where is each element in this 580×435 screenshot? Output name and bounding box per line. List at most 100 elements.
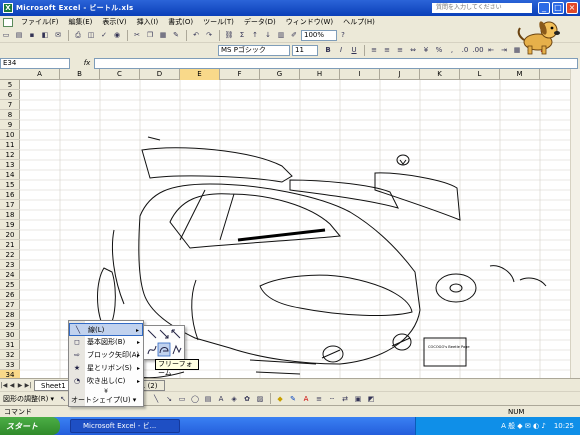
column-header[interactable]: L bbox=[460, 69, 500, 80]
menu-item[interactable]: 書式(O) bbox=[163, 17, 198, 27]
row-header[interactable]: 33 bbox=[0, 360, 20, 370]
row-header[interactable]: 27 bbox=[0, 300, 20, 310]
menu-item[interactable]: ファイル(F) bbox=[16, 17, 64, 27]
start-button[interactable]: スタート bbox=[0, 417, 60, 435]
row-header[interactable]: 16 bbox=[0, 190, 20, 200]
autosum-icon[interactable]: Σ bbox=[236, 29, 248, 41]
picture-icon[interactable]: ▨ bbox=[254, 393, 266, 405]
textbox-tool-icon[interactable]: ▤ bbox=[202, 393, 214, 405]
autoshape-menu-item[interactable]: ╲ 線(L) ▸ bbox=[69, 323, 143, 336]
arrow-style-icon[interactable]: ⇄ bbox=[339, 393, 351, 405]
menu-item[interactable]: 表示(V) bbox=[97, 17, 131, 27]
column-header[interactable]: G bbox=[260, 69, 300, 80]
spelling-icon[interactable]: ✓ bbox=[98, 29, 110, 41]
rectangle-tool-icon[interactable]: ▭ bbox=[176, 393, 188, 405]
open-icon[interactable]: ▤ bbox=[13, 29, 25, 41]
shadow-style-icon[interactable]: ▣ bbox=[352, 393, 364, 405]
row-header[interactable]: 30 bbox=[0, 330, 20, 340]
research-icon[interactable]: ◉ bbox=[111, 29, 123, 41]
row-header[interactable]: 9 bbox=[0, 120, 20, 130]
column-header[interactable]: F bbox=[220, 69, 260, 80]
draw-menu-button[interactable]: 図形の調整(R) ▾ bbox=[0, 394, 57, 404]
menu-item[interactable]: 編集(E) bbox=[64, 17, 98, 27]
column-header[interactable]: A bbox=[20, 69, 60, 80]
next-sheet-icon[interactable]: ▶ bbox=[16, 382, 24, 389]
row-header[interactable]: 29 bbox=[0, 320, 20, 330]
line-style-icon[interactable]: ≡ bbox=[313, 393, 325, 405]
menu-item[interactable]: ヘルプ(H) bbox=[338, 17, 380, 27]
increase-indent-icon[interactable]: ⇥ bbox=[498, 44, 510, 56]
menu-item[interactable]: 挿入(I) bbox=[132, 17, 164, 27]
print-preview-icon[interactable]: ◫ bbox=[85, 29, 97, 41]
format-painter-icon[interactable]: ✎ bbox=[170, 29, 182, 41]
cut-icon[interactable]: ✂ bbox=[131, 29, 143, 41]
font-color-draw-icon[interactable]: A bbox=[300, 393, 312, 405]
column-header[interactable]: D bbox=[140, 69, 180, 80]
align-left-icon[interactable]: ≡ bbox=[368, 44, 380, 56]
column-header[interactable]: M bbox=[500, 69, 540, 80]
row-header[interactable]: 12 bbox=[0, 150, 20, 160]
increase-decimal-icon[interactable]: .0 bbox=[459, 44, 471, 56]
menu-item[interactable]: ツール(T) bbox=[198, 17, 239, 27]
row-header[interactable]: 20 bbox=[0, 230, 20, 240]
underline-button[interactable]: U bbox=[348, 44, 360, 56]
clipart-icon[interactable]: ✿ bbox=[241, 393, 253, 405]
help-search-input[interactable]: 質問を入力してください bbox=[432, 3, 532, 13]
row-header[interactable]: 13 bbox=[0, 160, 20, 170]
row-header[interactable]: 19 bbox=[0, 220, 20, 230]
redo-icon[interactable]: ↷ bbox=[203, 29, 215, 41]
name-box[interactable]: E34 bbox=[0, 57, 70, 69]
column-header[interactable]: C bbox=[100, 69, 140, 80]
row-header[interactable]: 24 bbox=[0, 270, 20, 280]
autoshape-menu-item[interactable]: ◔ 吹き出し(C) ▸ bbox=[69, 375, 143, 388]
office-assistant-dog-icon[interactable] bbox=[512, 16, 562, 56]
oval-tool-icon[interactable]: ◯ bbox=[189, 393, 201, 405]
row-header[interactable]: 28 bbox=[0, 310, 20, 320]
undo-icon[interactable]: ↶ bbox=[190, 29, 202, 41]
column-header[interactable]: K bbox=[420, 69, 460, 80]
line-tool-icon[interactable]: ╲ bbox=[150, 393, 162, 405]
minimize-icon[interactable]: _ bbox=[538, 2, 550, 14]
bold-button[interactable]: B bbox=[322, 44, 334, 56]
column-header[interactable]: H bbox=[300, 69, 340, 80]
workbook-icon[interactable] bbox=[3, 17, 13, 27]
row-header[interactable]: 7 bbox=[0, 100, 20, 110]
fill-color-draw-icon[interactable]: ◆ bbox=[274, 393, 286, 405]
drawing-icon[interactable]: ✐ bbox=[288, 29, 300, 41]
paste-icon[interactable]: ▦ bbox=[157, 29, 169, 41]
help-icon[interactable]: ? bbox=[337, 29, 349, 41]
align-right-icon[interactable]: ≡ bbox=[394, 44, 406, 56]
italic-button[interactable]: I bbox=[335, 44, 347, 56]
email-icon[interactable]: ✉ bbox=[52, 29, 64, 41]
font-size-select[interactable]: 11 bbox=[292, 44, 318, 56]
decrease-decimal-icon[interactable]: .00 bbox=[472, 44, 484, 56]
row-header[interactable]: 23 bbox=[0, 260, 20, 270]
row-header[interactable]: 21 bbox=[0, 240, 20, 250]
excel-task-button[interactable]: Microsoft Excel - ビ... bbox=[70, 419, 180, 433]
hyperlink-icon[interactable]: ⛓ bbox=[223, 29, 235, 41]
column-header[interactable]: I bbox=[340, 69, 380, 80]
row-header[interactable]: 10 bbox=[0, 130, 20, 140]
close-icon[interactable]: × bbox=[566, 2, 578, 14]
prev-sheet-icon[interactable]: ◀ bbox=[8, 382, 16, 389]
sort-descending-icon[interactable]: ↓ bbox=[262, 29, 274, 41]
row-header[interactable]: 8 bbox=[0, 110, 20, 120]
diagram-icon[interactable]: ◈ bbox=[228, 393, 240, 405]
row-header[interactable]: 22 bbox=[0, 250, 20, 260]
permission-icon[interactable]: ◧ bbox=[39, 29, 51, 41]
zoom-select[interactable]: 100% bbox=[301, 29, 337, 41]
maximize-icon[interactable]: □ bbox=[552, 2, 564, 14]
menu-item[interactable]: データ(D) bbox=[239, 17, 281, 27]
decrease-indent-icon[interactable]: ⇤ bbox=[485, 44, 497, 56]
comma-icon[interactable]: , bbox=[446, 44, 458, 56]
merge-center-icon[interactable]: ⇔ bbox=[407, 44, 419, 56]
formula-input[interactable] bbox=[94, 57, 578, 69]
tray-icons[interactable]: A 般 ◆ ✉ ◐ ♪ bbox=[501, 421, 546, 431]
excel-app-icon[interactable]: X bbox=[3, 3, 13, 13]
menu-item[interactable]: ウィンドウ(W) bbox=[281, 17, 338, 27]
copy-icon[interactable]: ❐ bbox=[144, 29, 156, 41]
column-header[interactable]: J bbox=[380, 69, 420, 80]
row-header[interactable]: 11 bbox=[0, 140, 20, 150]
column-header[interactable]: B bbox=[60, 69, 100, 80]
wordart-icon[interactable]: A bbox=[215, 393, 227, 405]
